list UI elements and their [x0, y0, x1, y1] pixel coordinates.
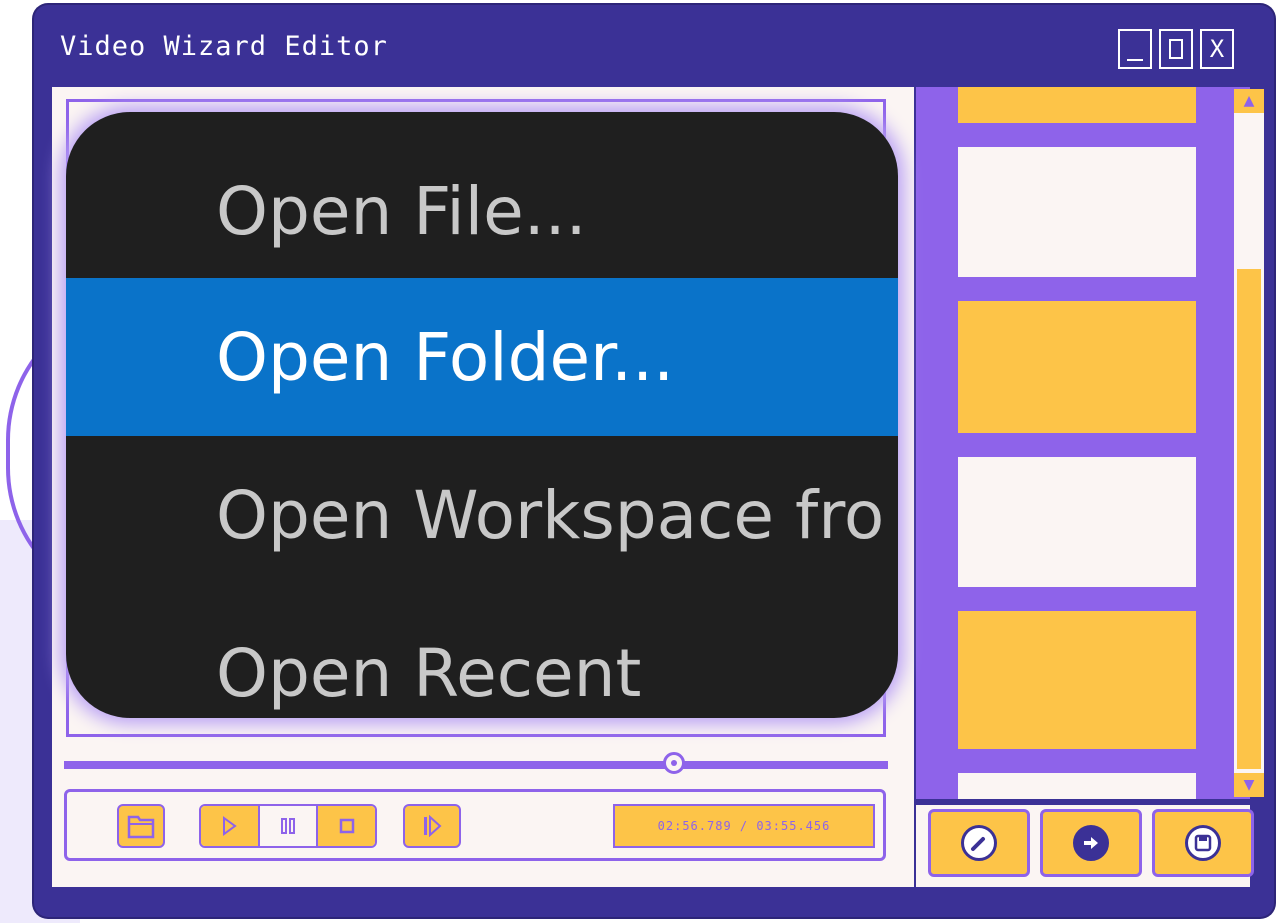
- save-button[interactable]: [1152, 809, 1254, 877]
- play-button[interactable]: [201, 806, 258, 846]
- menu-item-open-workspace[interactable]: Open Workspace fro: [66, 436, 898, 594]
- clip-thumbnail[interactable]: [958, 773, 1196, 799]
- scroll-up-arrow-icon[interactable]: ▲: [1234, 89, 1264, 113]
- sidebar-actions: [916, 805, 1254, 887]
- step-forward-button[interactable]: [403, 804, 461, 848]
- clip-sidebar: ▲ ▼: [916, 87, 1264, 799]
- menu-item-open-folder[interactable]: Open Folder...: [66, 278, 898, 436]
- save-icon: [1194, 834, 1212, 852]
- window-title: Video Wizard Editor: [60, 31, 388, 62]
- clip-thumbnail[interactable]: [958, 147, 1196, 277]
- export-button[interactable]: [1040, 809, 1142, 877]
- arrow-right-icon: [1084, 837, 1098, 849]
- edit-button[interactable]: [928, 809, 1030, 877]
- step-forward-icon: [424, 815, 442, 837]
- timeline-playhead[interactable]: [662, 752, 685, 774]
- clip-thumbnail[interactable]: [958, 611, 1196, 749]
- stop-icon: [339, 818, 354, 834]
- maximize-button[interactable]: [1159, 29, 1193, 69]
- folder-icon: [127, 815, 155, 839]
- playback-controls: 02:56.789 / 03:55.456: [64, 789, 886, 861]
- timecode-display: 02:56.789 / 03:55.456: [613, 804, 875, 848]
- stop-button[interactable]: [318, 806, 375, 846]
- pause-icon: [281, 818, 295, 834]
- menu-item-open-file[interactable]: Open File...: [66, 132, 898, 290]
- open-button[interactable]: [117, 804, 165, 848]
- transport-group: [199, 804, 377, 848]
- menu-item-open-recent[interactable]: Open Recent: [66, 594, 898, 718]
- clip-thumbnail[interactable]: [958, 87, 1196, 123]
- sidebar-scrollbar[interactable]: ▲ ▼: [1234, 89, 1264, 797]
- timeline-track[interactable]: [64, 761, 888, 769]
- clip-thumbnail[interactable]: [958, 457, 1196, 587]
- pencil-icon: [971, 837, 985, 851]
- file-open-menu: Open File... Open Folder... Open Workspa…: [66, 112, 898, 718]
- close-button[interactable]: X: [1200, 29, 1234, 69]
- scrollbar-thumb[interactable]: [1237, 269, 1261, 769]
- clip-thumbnail[interactable]: [958, 301, 1196, 433]
- scroll-down-arrow-icon[interactable]: ▼: [1234, 773, 1264, 797]
- pause-button[interactable]: [257, 806, 319, 846]
- minimize-button[interactable]: [1118, 29, 1152, 69]
- play-icon: [223, 816, 238, 836]
